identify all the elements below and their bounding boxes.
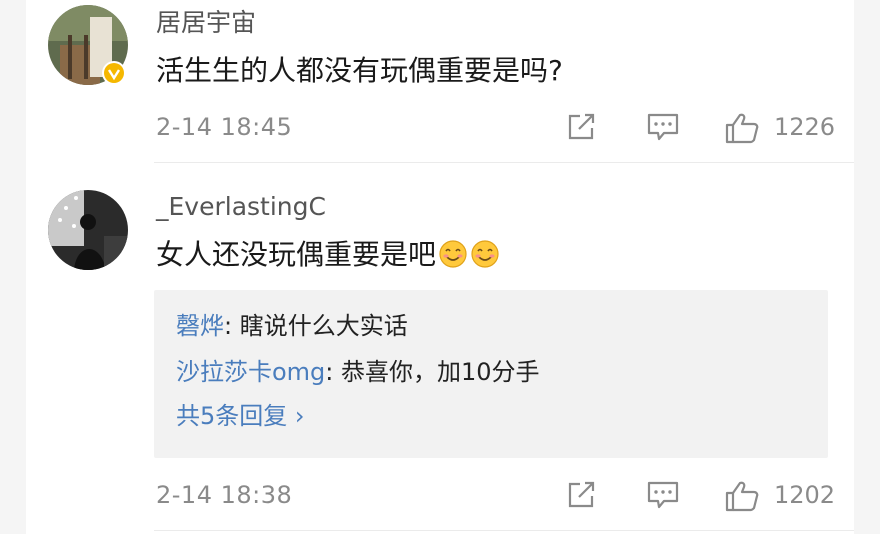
avatar[interactable] <box>48 190 128 270</box>
reply-text: : 瞎说什么大实话 <box>224 312 408 340</box>
reply-username[interactable]: 沙拉莎卡omg <box>176 358 325 386</box>
timestamp: 2-14 18:38 <box>156 481 293 509</box>
divider <box>154 530 854 531</box>
username[interactable]: _EverlastingC <box>156 192 326 222</box>
reply-username[interactable]: 磬烨 <box>176 312 224 340</box>
reply-item[interactable]: 沙拉莎卡omg: 恭喜你，加10分手 <box>176 356 540 388</box>
smile-emoji-icon <box>470 239 500 277</box>
comment-text-body: 女人还没玩偶重要是吧 <box>156 238 437 271</box>
comment-list: 居居宇宙 活生生的人都没有玩偶重要是吗? 2-14 18:45 1226 _Ev… <box>26 0 854 534</box>
like-icon[interactable] <box>724 480 760 516</box>
like-count: 1202 <box>774 481 836 509</box>
share-icon[interactable] <box>566 480 598 514</box>
comment-item: _EverlastingC 女人还没玩偶重要是吧 磬烨: 瞎说什么大实话 沙拉莎… <box>26 0 854 534</box>
reply-box[interactable]: 磬烨: 瞎说什么大实话 沙拉莎卡omg: 恭喜你，加10分手 共5条回复 › <box>154 290 828 458</box>
reply-item[interactable]: 磬烨: 瞎说什么大实话 <box>176 310 408 342</box>
comment-meta: 2-14 18:38 1202 <box>156 478 835 514</box>
more-replies-link[interactable]: 共5条回复 › <box>176 400 305 432</box>
reply-text: : 恭喜你，加10分手 <box>325 358 540 386</box>
smile-emoji-icon <box>438 239 468 277</box>
comment-text: 女人还没玩偶重要是吧 <box>156 238 500 277</box>
comment-icon[interactable] <box>646 480 680 514</box>
